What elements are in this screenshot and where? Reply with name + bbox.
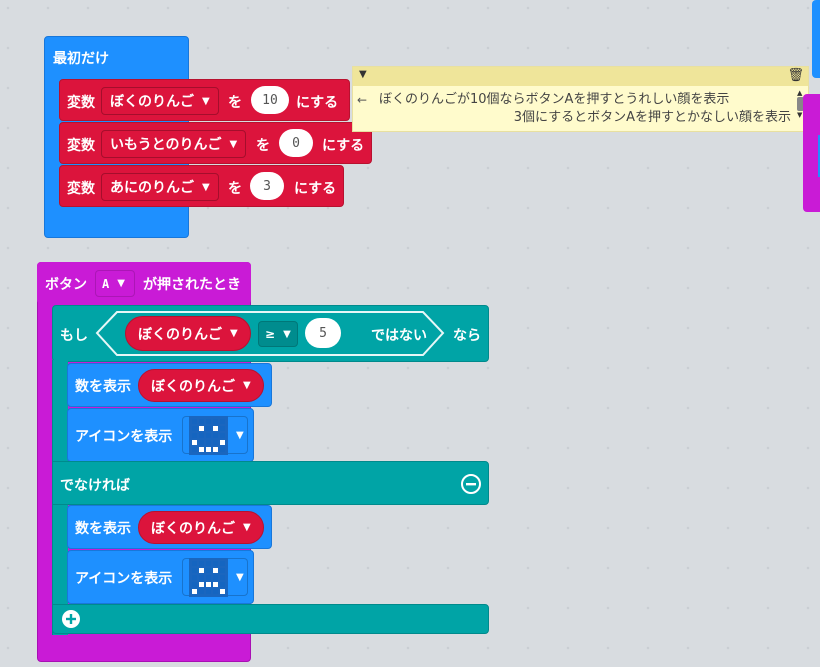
button-pressed-header[interactable]: ボタン A ▼ が押されたとき — [37, 262, 251, 304]
dropdown-arrow-icon: ▼ — [202, 95, 210, 107]
variable-dropdown[interactable]: いもうとのりんご ▼ — [101, 130, 247, 158]
variable-name: いもうとのりんご — [110, 137, 222, 153]
value-input[interactable]: 0 — [279, 129, 313, 157]
variable-label: 変数 — [67, 95, 95, 111]
dropdown-arrow-icon: ▼ — [229, 138, 238, 150]
trash-icon[interactable]: 🗑 — [787, 68, 804, 83]
if-block-bottom[interactable] — [52, 604, 489, 634]
variable-reporter[interactable]: ぼくのりんご ▼ — [138, 369, 264, 402]
triangle-down-icon[interactable]: ▼ — [359, 69, 367, 80]
else-block[interactable]: でなければ — [52, 461, 489, 505]
comment-box[interactable]: ▼ 🗑 ← ぼくのりんごが10個ならボタンAを押すとうれしい顔を表示 3個にする… — [352, 66, 809, 132]
variable-dropdown[interactable]: あにのりんご ▼ — [101, 173, 219, 201]
set-label: にする — [296, 95, 339, 111]
value-input[interactable]: 3 — [250, 172, 284, 200]
set-label: にする — [322, 138, 365, 154]
if-label: もし — [60, 328, 88, 344]
variable-name: ぼくのりんご — [151, 378, 235, 395]
not-label: ではない — [371, 328, 427, 344]
minus-circle-icon[interactable] — [460, 473, 482, 495]
if-block-top[interactable]: もし ぼくのりんご ▼ ≥ ▼ 5 ではない なら — [52, 305, 489, 362]
dropdown-arrow-icon: ▼ — [243, 380, 251, 391]
wo-label: を — [228, 181, 242, 197]
else-label: でなければ — [60, 478, 130, 494]
show-number-block-else[interactable]: 数を表示 ぼくのりんご ▼ — [67, 505, 272, 549]
variable-name: あにのりんご — [110, 180, 194, 196]
comment-line-1: ぼくのりんごが10個ならボタンAを押すとうれしい顔を表示 — [379, 92, 730, 107]
value-input[interactable]: 10 — [251, 86, 289, 114]
set-variable-block-2[interactable]: 変数 いもうとのりんご ▼ を 0 にする — [59, 122, 372, 164]
icon-dropdown[interactable]: ▼ — [182, 415, 248, 455]
variable-name: ぼくのりんご — [110, 94, 194, 110]
set-label: にする — [294, 181, 337, 197]
dropdown-arrow-icon: ▼ — [236, 429, 244, 441]
sad-face-icon — [189, 557, 228, 597]
button-label: ボタン — [45, 277, 87, 293]
show-icon-block-then[interactable]: アイコンを表示 ▼ — [67, 408, 254, 462]
plus-circle-icon[interactable] — [61, 609, 81, 629]
dropdown-arrow-icon: ▼ — [117, 278, 125, 289]
comment-text[interactable]: ぼくのりんごが10個ならボタンAを押すとうれしい顔を表示 3個にするとボタンAを… — [379, 91, 791, 127]
dropdown-arrow-icon: ▼ — [236, 571, 244, 583]
comment-arrow: ← — [357, 93, 368, 107]
dropdown-arrow-icon: ▼ — [202, 181, 210, 193]
compare-value-input[interactable]: 5 — [305, 318, 341, 348]
on-start-label: 最初だけ — [53, 51, 109, 67]
button-value: A — [102, 276, 110, 291]
variable-name: ぼくのりんご — [138, 326, 222, 343]
then-label: なら — [453, 328, 481, 344]
set-variable-block-1[interactable]: 変数 ぼくのりんご ▼ を 10 にする — [59, 79, 350, 121]
variable-label: 変数 — [67, 138, 95, 154]
wo-label: を — [228, 95, 242, 111]
show-icon-label: アイコンを表示 — [75, 571, 173, 587]
comment-header — [353, 67, 808, 86]
show-icon-label: アイコンを表示 — [75, 429, 173, 445]
variable-dropdown[interactable]: ぼくのりんご ▼ — [101, 87, 219, 115]
variable-reporter[interactable]: ぼくのりんご ▼ — [138, 511, 264, 544]
happy-face-icon — [189, 415, 228, 455]
comment-line-2: 3個にするとボタンAを押すとかなしい顔を表示 — [513, 110, 791, 125]
show-icon-block-else[interactable]: アイコンを表示 ▼ — [67, 550, 254, 604]
dropdown-arrow-icon: ▼ — [283, 328, 291, 340]
variable-reporter[interactable]: ぼくのりんご ▼ — [125, 316, 251, 351]
show-number-label: 数を表示 — [75, 521, 131, 537]
operator: ≥ — [265, 327, 276, 341]
icon-dropdown[interactable]: ▼ — [182, 557, 248, 597]
offscreen-block-blue[interactable] — [812, 0, 820, 78]
button-dropdown[interactable]: A ▼ — [95, 270, 135, 297]
operator-dropdown[interactable]: ≥ ▼ — [258, 321, 298, 347]
dropdown-arrow-icon: ▼ — [230, 328, 238, 339]
show-number-block-then[interactable]: 数を表示 ぼくのりんご ▼ — [67, 363, 272, 407]
variable-name: ぼくのりんご — [151, 520, 235, 537]
set-variable-block-3[interactable]: 変数 あにのりんご ▼ を 3 にする — [59, 165, 344, 207]
show-number-label: 数を表示 — [75, 379, 131, 395]
variable-label: 変数 — [67, 181, 95, 197]
pressed-label: が押されたとき — [143, 277, 241, 293]
wo-label: を — [256, 138, 270, 154]
dropdown-arrow-icon: ▼ — [243, 522, 251, 533]
